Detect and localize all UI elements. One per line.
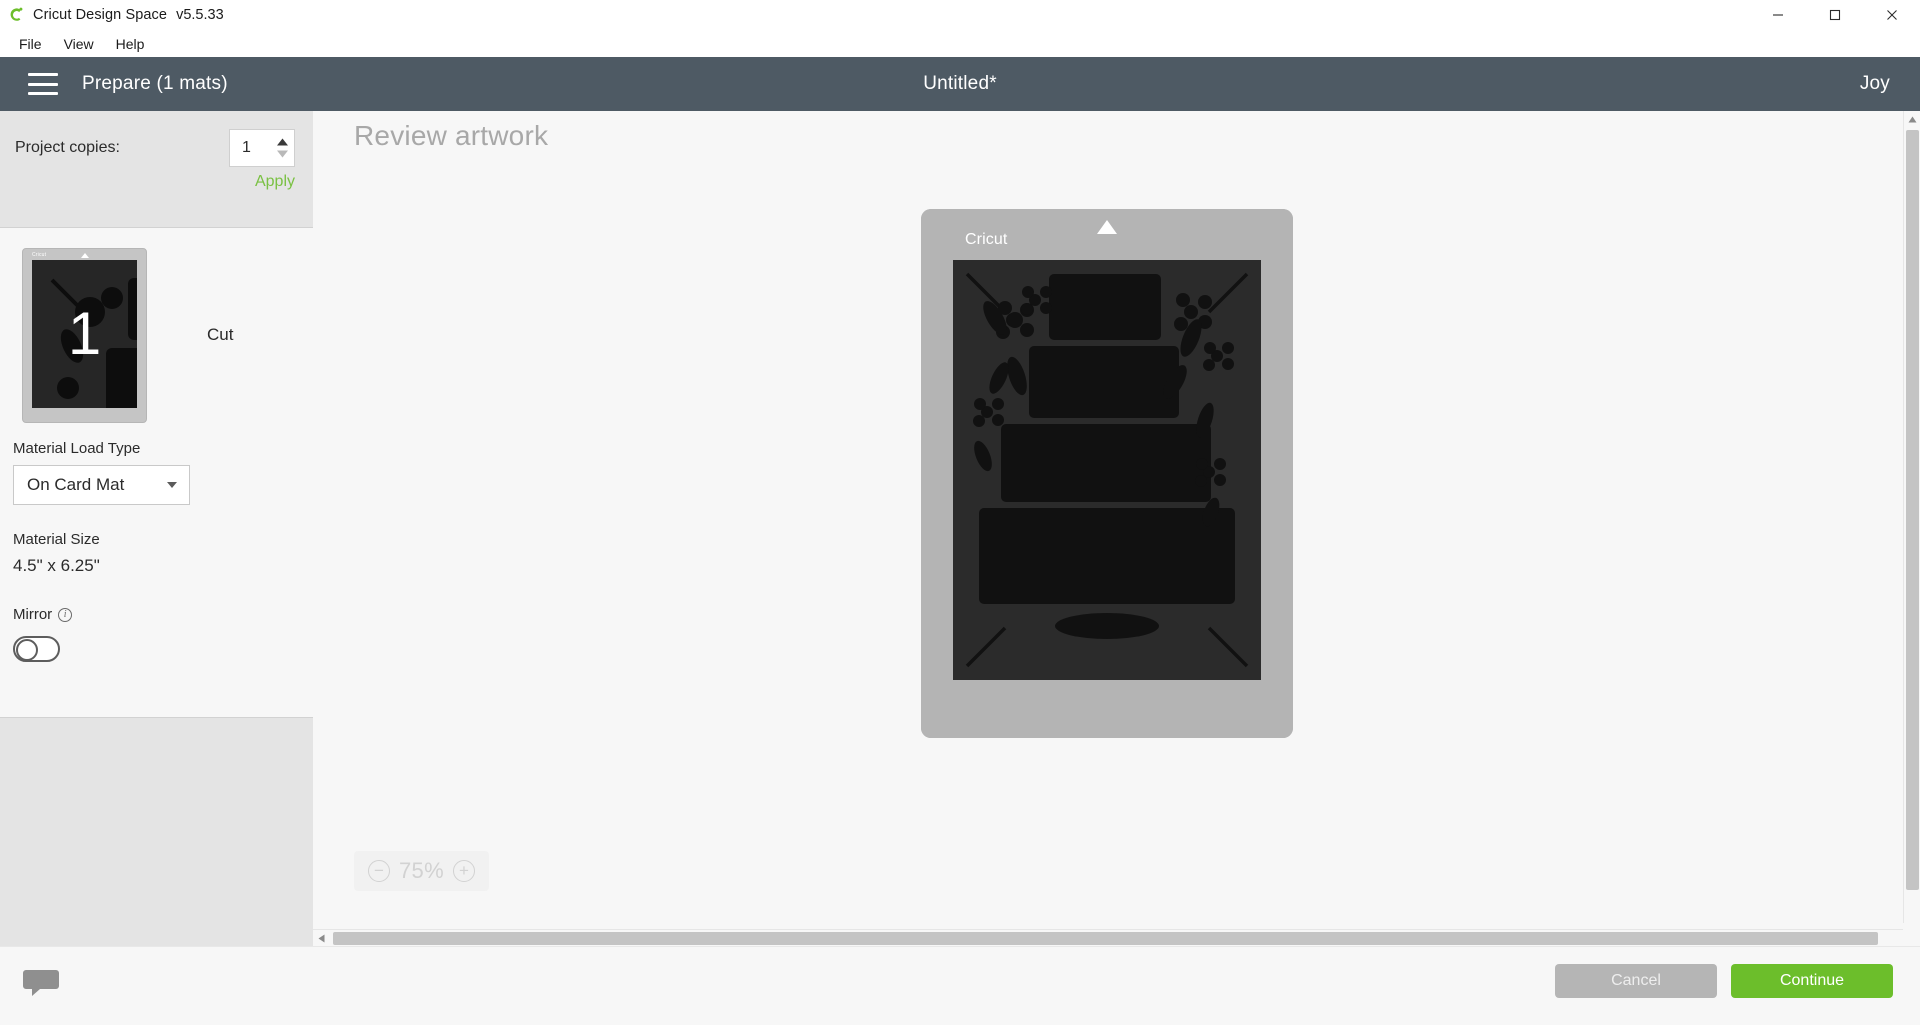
mat-preview-header: Cricut [953,209,1261,260]
app-header: Prepare (1 mats) Untitled* Joy [0,57,1920,111]
menu-item-help[interactable]: Help [105,33,156,55]
mat-rail-left [921,209,953,738]
vertical-scrollbar-thumb[interactable] [1906,130,1919,890]
app-version: v5.5.33 [176,7,224,23]
mat-brand: Cricut [965,231,1007,249]
mirror-toggle-knob [16,639,38,661]
material-size-label: Material Size [13,531,100,548]
stepper-down-icon[interactable] [276,150,289,158]
material-size-group: Material Size 4.5" x 6.25" [0,505,313,576]
mat-preview[interactable]: Cricut [921,209,1293,738]
load-arrow-icon [1097,220,1117,234]
footer-bar: Cancel Continue [0,946,1920,1025]
mat-list-item: Cricut 1 Cut [0,228,313,428]
chevron-down-icon [167,482,177,488]
stepper-up-icon[interactable] [276,138,289,146]
project-copies-value[interactable]: 1 [230,139,274,157]
material-size-value: 4.5" x 6.25" [13,556,100,575]
vertical-scrollbar[interactable] [1903,111,1920,923]
menu-bar: File View Help [0,30,1920,57]
mat-number: 1 [67,299,102,367]
scroll-up-arrow-icon[interactable] [1904,111,1920,128]
maximize-icon[interactable] [1806,0,1863,30]
window-controls [1749,0,1920,30]
project-copies-label: Project copies: [15,139,120,156]
horizontal-scrollbar[interactable] [313,929,1903,946]
material-load-type-label: Material Load Type [13,440,141,457]
zoom-control: − 75% + [354,851,489,891]
apply-copies-button[interactable]: Apply [255,173,295,191]
mat-action-label: Cut [207,325,234,344]
material-load-type-select[interactable]: On Card Mat [13,465,190,505]
hamburger-menu-icon[interactable] [28,73,58,95]
mat-thumb-brand: Cricut [32,251,47,258]
header-stage-label: Prepare (1 mats) [82,73,228,94]
left-sidebar: Project copies: 1 Apply Cricut 1 Cut Mat… [0,111,313,1025]
mirror-group: Mirror i [0,576,313,662]
chat-bubble-icon[interactable] [22,967,60,997]
title-bar: Cricut Design Space v5.5.33 [0,0,1920,30]
menu-item-file[interactable]: File [8,33,53,55]
mat-thumbnail[interactable]: Cricut 1 [22,247,147,423]
scroll-left-arrow-icon[interactable] [313,930,330,947]
page-title: Review artwork [354,120,549,151]
continue-button[interactable]: Continue [1731,964,1893,998]
minus-circle-icon[interactable]: − [368,860,390,882]
app-title: Cricut Design Space [33,7,168,23]
close-icon[interactable] [1863,0,1920,30]
mat-brand-label: Cricut [965,231,1008,248]
footer-actions: Cancel Continue [1555,964,1893,998]
project-title: Untitled* [923,73,997,94]
mat-footer [953,680,1261,738]
cancel-button[interactable]: Cancel [1555,964,1717,998]
artwork-to-the-new-couple[interactable] [953,260,1261,680]
mirror-label: Mirror [13,606,53,623]
mat-thumb-canvas: 1 [32,259,137,408]
menu-item-view[interactable]: View [53,33,105,55]
project-copies-stepper[interactable]: 1 [229,129,295,167]
material-load-type-value: On Card Mat [27,475,125,494]
info-icon[interactable]: i [58,607,73,622]
main-canvas-area: Review artwork Cricut − 75% + [313,111,1920,1025]
project-copies-panel: Project copies: 1 Apply [0,111,313,228]
horizontal-scrollbar-thumb[interactable] [333,932,1878,945]
mat-rail-right [1261,209,1293,738]
machine-selector[interactable]: Joy [1860,73,1890,95]
app-window: Cricut Design Space v5.5.33 File View He… [0,0,1920,1025]
zoom-level-value: 75% [399,858,444,883]
mat-thumb-load-arrow-icon [80,252,89,258]
material-load-type-group: Material Load Type On Card Mat [0,428,313,505]
cricut-logo-icon [7,6,26,25]
plus-circle-icon[interactable]: + [452,860,475,882]
minimize-icon[interactable] [1749,0,1806,30]
mat-canvas [953,260,1261,680]
mirror-toggle[interactable] [13,636,60,662]
